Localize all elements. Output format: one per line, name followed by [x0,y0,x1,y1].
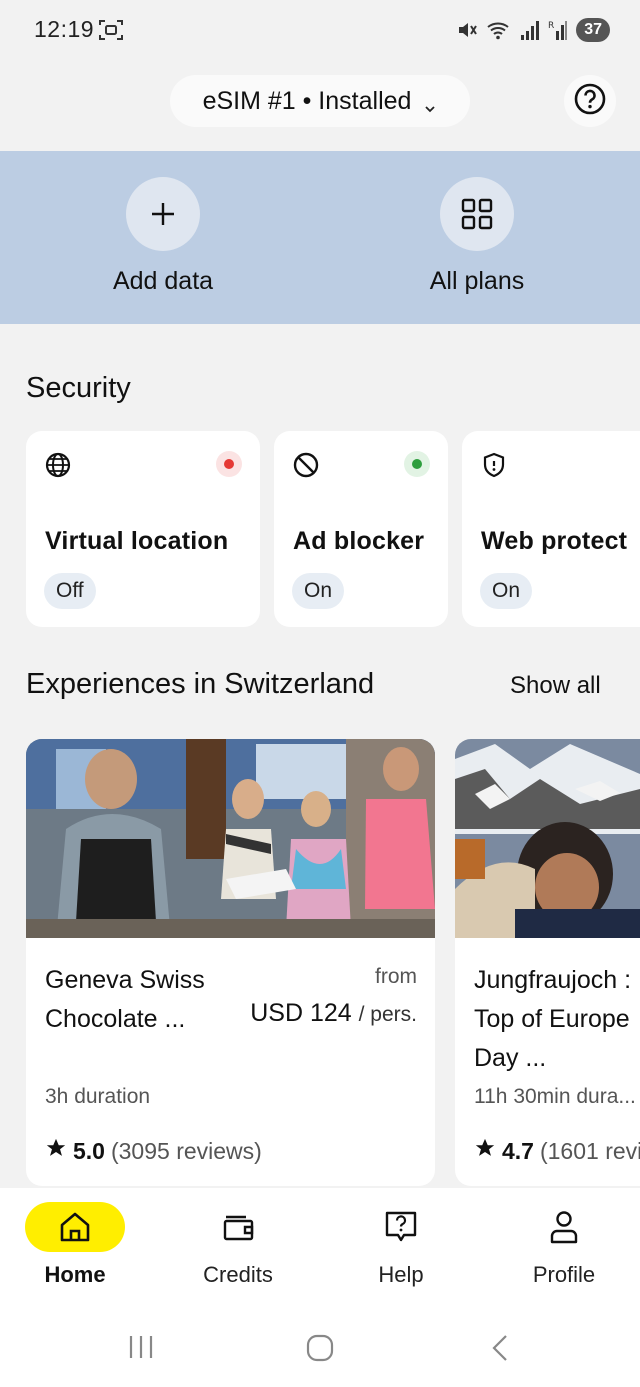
screenshot-icon [98,18,124,42]
star-icon [474,1137,496,1165]
nav-item-profile[interactable]: Profile [484,1202,640,1288]
experience-card-geneva[interactable]: Geneva Swiss Chocolate ... from USD 124 … [26,739,435,1186]
add-data-button[interactable]: Add data [63,177,263,296]
experience-duration: 3h duration [45,1085,151,1108]
esim-selector[interactable]: eSIM #1 • Installed [170,75,470,127]
rating-count: (1601 revi [539,1137,640,1164]
experience-image [26,739,435,938]
help-circle-icon [573,82,607,121]
recent-apps-icon[interactable] [128,1334,154,1365]
svg-text:R: R [548,21,554,31]
experience-name: Geneva Swiss Chocolate ... [45,966,205,1033]
security-card-title: Web protect [481,527,628,555]
rating-score: 5.0 [73,1137,105,1164]
nav-label-credits: Credits [203,1262,273,1287]
status-icons: R 37 [456,16,610,44]
all-plans-label: All plans [429,267,525,295]
battery-icon: 37 [576,18,610,42]
price-unit: / pers. [358,1003,417,1026]
globe-icon [44,451,72,479]
esim-selector-label: eSIM #1 • Installed [202,86,412,115]
security-title: Security [26,372,131,404]
experience-image [455,739,640,938]
home-button-icon[interactable] [306,1334,334,1367]
status-time: 12:19 [34,16,95,42]
nav-item-credits[interactable]: Credits [158,1202,318,1288]
shield-icon [480,451,508,479]
nav-label-home: Home [44,1262,106,1287]
status-badge: On [292,573,345,609]
price-from-label: from [375,965,417,988]
security-card-title: Virtual location [45,527,229,555]
wifi-icon [486,19,512,41]
rating-count: (3095 reviews) [110,1137,262,1164]
status-badge: Off [44,573,96,609]
signal-roaming-icon: R [548,19,568,41]
nav-label-help: Help [378,1262,424,1287]
status-indicator [216,451,242,477]
experience-rating: 4.7 (1601 revi [474,1137,640,1165]
rating-score: 4.7 [502,1137,534,1164]
all-plans-button[interactable]: All plans [377,177,577,296]
help-button[interactable] [564,75,616,127]
wallet-icon [188,1202,288,1252]
experience-duration: 11h 30min dura... [474,1085,636,1108]
nav-item-help[interactable]: Help [321,1202,481,1288]
nav-label-profile: Profile [532,1262,596,1287]
security-card-title: Ad blocker [293,527,425,555]
home-icon [25,1202,125,1252]
plus-icon [126,177,200,251]
price-value: USD 124 [250,999,352,1027]
quick-actions: Add data All plans [0,151,640,324]
status-indicator [404,451,430,477]
chevron-down-icon [423,94,437,113]
add-data-label: Add data [112,267,214,295]
block-icon [292,451,320,479]
status-badge: On [480,573,533,609]
nav-item-home[interactable]: Home [0,1202,155,1288]
experience-price: USD 124 / pers. [250,999,417,1028]
mute-icon [456,19,478,41]
system-navigation-bar [0,1302,640,1387]
star-icon [45,1137,67,1165]
signal-icon [520,19,540,41]
experience-card-jungfraujoch[interactable]: Jungfraujoch : Top of Europe Day ... 11h… [455,739,640,1186]
security-card-web-protect[interactable]: Web protect On [462,431,640,627]
security-card-ad-blocker[interactable]: Ad blocker On [274,431,448,627]
experience-name: Jungfraujoch : Top of Europe Day ... [474,966,632,1072]
experiences-title: Experiences in Switzerland [26,668,375,700]
show-all-link[interactable]: Show all [510,672,601,700]
grid-icon [440,177,514,251]
experience-rating: 5.0 (3095 reviews) [45,1137,262,1165]
status-bar: 12:19 R 37 [0,0,640,60]
bottom-nav: Home Credits Help Profile [0,1188,640,1302]
back-icon[interactable] [490,1334,510,1367]
person-icon [514,1202,614,1252]
help-chat-icon [351,1202,451,1252]
security-card-virtual-location[interactable]: Virtual location Off [26,431,260,627]
